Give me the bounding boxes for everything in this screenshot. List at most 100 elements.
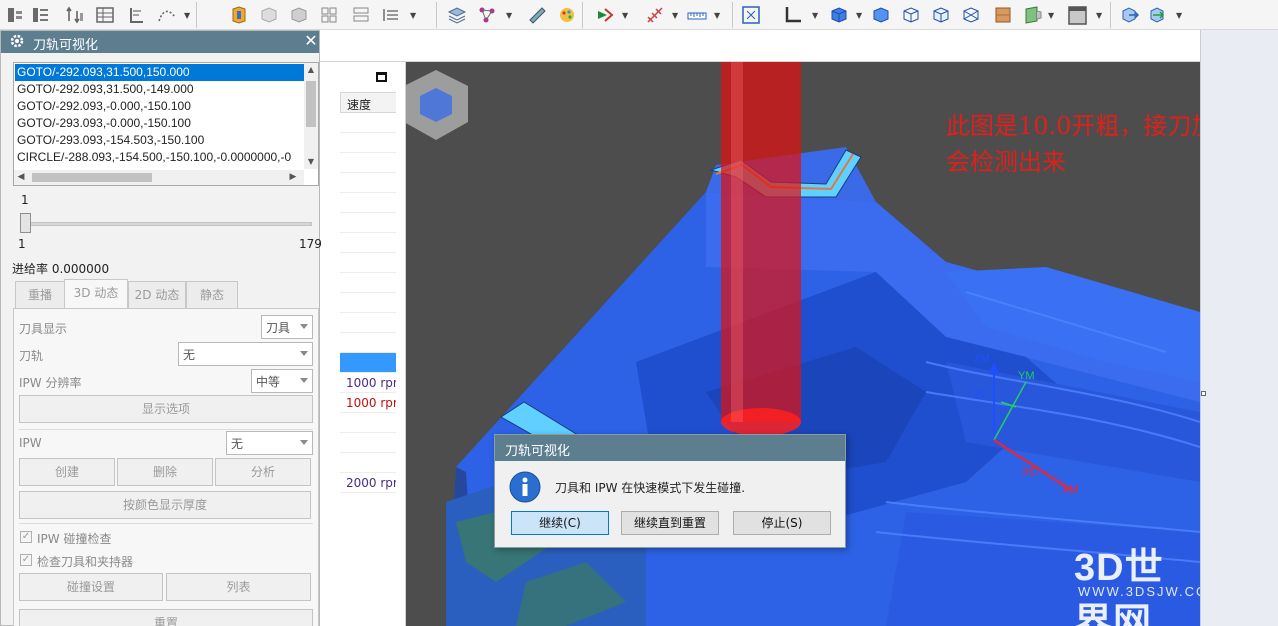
scroll-thumb[interactable] bbox=[32, 173, 152, 182]
ruler-icon[interactable] bbox=[686, 4, 708, 26]
list-item[interactable]: GOTO/-292.093,31.500,-149.000 bbox=[15, 81, 305, 98]
list-item[interactable]: GOTO/-292.093,31.500,150.000 bbox=[14, 63, 306, 82]
feature-icon[interactable] bbox=[4, 4, 26, 26]
continue-button[interactable]: 继续(C) bbox=[511, 511, 609, 535]
ipw-resolution-select[interactable]: 中等 bbox=[251, 369, 313, 393]
tab-3d-dynamic[interactable]: 3D 动态 bbox=[64, 279, 128, 309]
table-icon[interactable] bbox=[94, 4, 116, 26]
slider-thumb[interactable] bbox=[20, 213, 31, 233]
analyze-button[interactable]: 分析 bbox=[215, 458, 311, 486]
delete-button[interactable]: 删除 bbox=[117, 458, 213, 486]
tab-static[interactable]: 静态 bbox=[186, 281, 238, 309]
curve-dropdown-icon[interactable]: ▼ bbox=[184, 12, 192, 20]
list-icon[interactable] bbox=[350, 4, 372, 26]
axis-dropdown-icon[interactable]: ▼ bbox=[672, 12, 680, 20]
measure-icon[interactable] bbox=[526, 4, 548, 26]
tool-display-select[interactable]: 刀具 bbox=[261, 315, 313, 339]
table-row[interactable] bbox=[340, 153, 396, 173]
slider-track[interactable] bbox=[27, 222, 312, 226]
table-row[interactable] bbox=[340, 293, 396, 313]
scroll-up-icon[interactable]: ▲ bbox=[304, 63, 318, 77]
toolpath-listbox[interactable]: GOTO/-292.093,31.500,150.000 GOTO/-292.0… bbox=[13, 62, 319, 186]
list-item[interactable]: GOTO/-292.093,-0.000,-150.100 bbox=[15, 98, 305, 115]
dialog-titlebar[interactable]: 刀轨可视化 ✕ bbox=[1, 31, 319, 53]
cube-hidden-icon[interactable] bbox=[930, 4, 952, 26]
table-row[interactable] bbox=[340, 113, 396, 133]
axis-icon[interactable] bbox=[644, 4, 666, 26]
table-row[interactable] bbox=[340, 413, 396, 433]
table-row[interactable] bbox=[340, 333, 396, 353]
table-row[interactable] bbox=[340, 313, 396, 333]
horizontal-scrollbar[interactable]: ◀ ▶ bbox=[14, 170, 304, 185]
list-detail-icon[interactable] bbox=[380, 4, 402, 26]
table-row[interactable]: 2000 rpm bbox=[340, 473, 396, 493]
create-button[interactable]: 创建 bbox=[19, 458, 115, 486]
network-icon[interactable] bbox=[476, 4, 498, 26]
feature-table-icon[interactable] bbox=[30, 4, 52, 26]
toolpath-select[interactable]: 无 bbox=[178, 342, 313, 366]
table-row[interactable] bbox=[340, 273, 396, 293]
shape-icon[interactable] bbox=[288, 4, 310, 26]
gear-icon[interactable] bbox=[9, 33, 25, 49]
check-tool-holder-checkbox[interactable]: ✓ bbox=[20, 554, 32, 566]
table-row[interactable] bbox=[340, 193, 396, 213]
cube-dropdown-icon[interactable]: ▼ bbox=[856, 12, 864, 20]
table-row[interactable] bbox=[340, 433, 396, 453]
display-options-button[interactable]: 显示选项 bbox=[19, 395, 313, 423]
table-row[interactable] bbox=[340, 233, 396, 253]
ruler-dropdown-icon[interactable]: ▼ bbox=[714, 12, 722, 20]
tab-2d-dynamic[interactable]: 2D 动态 bbox=[128, 281, 186, 309]
palette-icon[interactable] bbox=[556, 4, 578, 26]
scroll-down-icon[interactable]: ▼ bbox=[304, 155, 318, 169]
list-item[interactable]: GOTO/-293.093,-154.503,-150.100 bbox=[15, 132, 305, 149]
arrow-cube-dropdown-icon[interactable]: ▼ bbox=[1176, 12, 1184, 20]
sheet-icon[interactable] bbox=[126, 4, 148, 26]
list-dropdown-icon[interactable]: ▼ bbox=[410, 12, 418, 20]
collision-dialog-title[interactable]: 刀轨可视化 bbox=[495, 435, 845, 461]
continue-until-reset-button[interactable]: 继续直到重置 bbox=[621, 511, 719, 535]
dimension-icon[interactable] bbox=[64, 4, 86, 26]
table-row[interactable]: 1000 rpm bbox=[340, 373, 396, 393]
curve-icon[interactable] bbox=[156, 4, 178, 26]
table-row[interactable]: 1000 rpm bbox=[340, 393, 396, 413]
corner-dropdown-icon[interactable]: ▼ bbox=[812, 12, 820, 20]
list-button[interactable]: 列表 bbox=[166, 573, 311, 601]
network-dropdown-icon[interactable]: ▼ bbox=[506, 12, 514, 20]
scroll-right-icon[interactable]: ▶ bbox=[286, 170, 300, 185]
thickness-by-color-button[interactable]: 按颜色显示厚度 bbox=[19, 491, 311, 519]
vertical-scrollbar[interactable]: ▲ ▼ bbox=[304, 63, 318, 169]
resize-handle[interactable] bbox=[1201, 391, 1206, 396]
fit-icon[interactable] bbox=[740, 4, 762, 26]
layers-icon[interactable] bbox=[446, 4, 468, 26]
grid-icon[interactable] bbox=[318, 4, 340, 26]
list-item[interactable]: GOTO/-293.093,-0.000,-150.100 bbox=[15, 115, 305, 132]
tab-replay[interactable]: 重播 bbox=[15, 281, 65, 309]
close-icon[interactable]: ✕ bbox=[303, 33, 319, 49]
list-item[interactable]: CIRCLE/-288.093,-154.500,-150.100,-0.000… bbox=[15, 149, 305, 166]
ipw-collision-checkbox[interactable]: ✓ bbox=[20, 531, 32, 543]
collision-settings-button[interactable]: 碰撞设置 bbox=[19, 573, 163, 601]
table-row[interactable] bbox=[340, 453, 396, 473]
maximize-icon[interactable] bbox=[376, 72, 387, 82]
table-row[interactable] bbox=[340, 253, 396, 273]
cube-wire-icon[interactable] bbox=[900, 4, 922, 26]
texture-icon[interactable] bbox=[992, 4, 1014, 26]
table-row[interactable] bbox=[340, 173, 396, 193]
cube-icon[interactable] bbox=[258, 4, 280, 26]
scroll-thumb[interactable] bbox=[306, 81, 316, 127]
cube-x-icon[interactable] bbox=[960, 4, 982, 26]
arrow-cube-2-icon[interactable] bbox=[1146, 4, 1168, 26]
section-dropdown-icon[interactable]: ▼ bbox=[1048, 12, 1056, 20]
cube-solid-icon[interactable] bbox=[828, 4, 850, 26]
flag-icon[interactable] bbox=[594, 4, 616, 26]
cube-shaded-icon[interactable] bbox=[870, 4, 892, 26]
table-row[interactable] bbox=[340, 213, 396, 233]
stop-button[interactable]: 停止(S) bbox=[733, 511, 831, 535]
section-icon[interactable] bbox=[1022, 4, 1044, 26]
arrow-cube-icon[interactable] bbox=[1118, 4, 1140, 26]
part-icon[interactable] bbox=[228, 4, 250, 26]
table-row[interactable] bbox=[340, 353, 396, 373]
table-row[interactable] bbox=[340, 133, 396, 153]
square-dropdown-icon[interactable]: ▼ bbox=[1096, 12, 1104, 20]
corner-icon[interactable] bbox=[782, 4, 804, 26]
